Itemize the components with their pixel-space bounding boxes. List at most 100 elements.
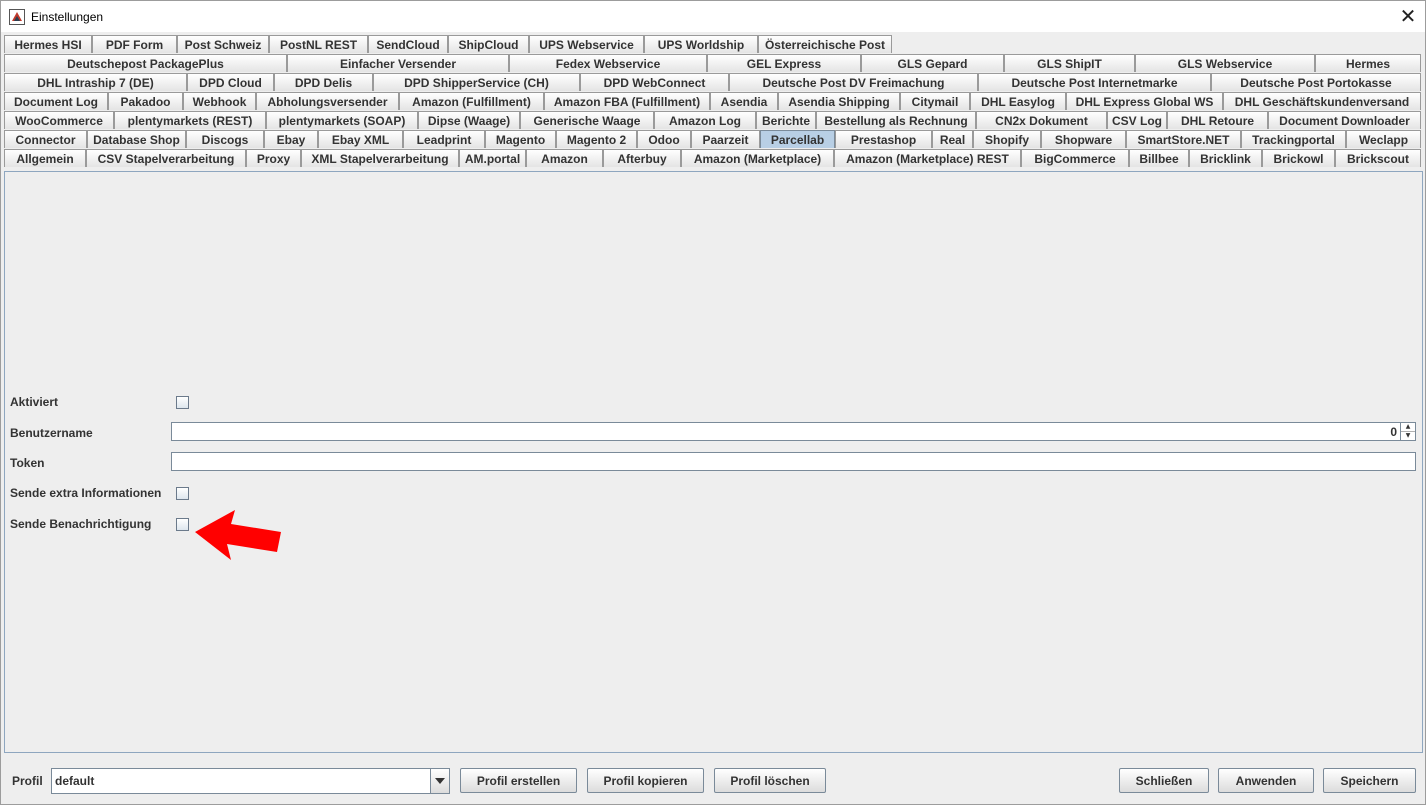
tab-bricklink[interactable]: Bricklink <box>1189 149 1262 167</box>
tab-document-log[interactable]: Document Log <box>4 92 108 110</box>
tab-deutsche-post-dv-freimachung[interactable]: Deutsche Post DV Freimachung <box>729 73 978 91</box>
tab-gls-gepard[interactable]: GLS Gepard <box>861 54 1004 72</box>
tab-proxy[interactable]: Proxy <box>246 149 301 167</box>
tab-ebay[interactable]: Ebay <box>264 130 318 148</box>
tab-am-portal[interactable]: AM.portal <box>459 149 526 167</box>
tab-csv-log[interactable]: CSV Log <box>1107 111 1167 129</box>
tab-deutsche-post-internetmarke[interactable]: Deutsche Post Internetmarke <box>978 73 1211 91</box>
tab-leadprint[interactable]: Leadprint <box>403 130 485 148</box>
tab-ups-webservice[interactable]: UPS Webservice <box>529 35 644 53</box>
tab-citymail[interactable]: Citymail <box>900 92 970 110</box>
profil-loeschen-button[interactable]: Profil löschen <box>714 768 826 793</box>
aktiviert-checkbox[interactable] <box>176 396 189 409</box>
tab-dpd-cloud[interactable]: DPD Cloud <box>187 73 274 91</box>
tab-gls-shipit[interactable]: GLS ShipIT <box>1004 54 1135 72</box>
tab-dpd-shipperservice-ch[interactable]: DPD ShipperService (CH) <box>373 73 580 91</box>
tab-österreichische-post[interactable]: Österreichische Post <box>758 35 892 53</box>
tab-plentymarkets-rest[interactable]: plentymarkets (REST) <box>114 111 266 129</box>
tab-parcellab[interactable]: Parcellab <box>760 130 835 148</box>
tab-csv-stapelverarbeitung[interactable]: CSV Stapelverarbeitung <box>86 149 246 167</box>
tab-prestashop[interactable]: Prestashop <box>835 130 932 148</box>
tab-database-shop[interactable]: Database Shop <box>87 130 186 148</box>
tab-bigcommerce[interactable]: BigCommerce <box>1021 149 1129 167</box>
tab-dhl-retoure[interactable]: DHL Retoure <box>1167 111 1268 129</box>
tab-amazon-marketplace-rest[interactable]: Amazon (Marketplace) REST <box>834 149 1021 167</box>
tab-dhl-express-global-ws[interactable]: DHL Express Global WS <box>1066 92 1223 110</box>
tab-paarzeit[interactable]: Paarzeit <box>691 130 760 148</box>
profil-label: Profil <box>12 774 43 788</box>
token-input[interactable] <box>171 452 1416 471</box>
tab-asendia-shipping[interactable]: Asendia Shipping <box>778 92 900 110</box>
tab-shopware[interactable]: Shopware <box>1041 130 1126 148</box>
tab-connector[interactable]: Connector <box>4 130 87 148</box>
tab-magento-2[interactable]: Magento 2 <box>556 130 637 148</box>
tab-amazon-log[interactable]: Amazon Log <box>654 111 756 129</box>
tab-discogs[interactable]: Discogs <box>186 130 264 148</box>
tab-brickowl[interactable]: Brickowl <box>1262 149 1335 167</box>
tab-dhl-intraship-7-de[interactable]: DHL Intraship 7 (DE) <box>4 73 187 91</box>
tab-plentymarkets-soap[interactable]: plentymarkets (SOAP) <box>266 111 418 129</box>
tab-shipcloud[interactable]: ShipCloud <box>448 35 529 53</box>
close-icon[interactable]: ✕ <box>1391 1 1425 32</box>
tab-bestellung-als-rechnung[interactable]: Bestellung als Rechnung <box>816 111 976 129</box>
tab-generische-waage[interactable]: Generische Waage <box>520 111 654 129</box>
tab-amazon-fulfillment[interactable]: Amazon (Fulfillment) <box>399 92 544 110</box>
tab-abholungsversender[interactable]: Abholungsversender <box>256 92 399 110</box>
tab-smartstore-net[interactable]: SmartStore.NET <box>1126 130 1241 148</box>
tab-dpd-webconnect[interactable]: DPD WebConnect <box>580 73 729 91</box>
tab-deutsche-post-portokasse[interactable]: Deutsche Post Portokasse <box>1211 73 1421 91</box>
tab-billbee[interactable]: Billbee <box>1129 149 1189 167</box>
tab-trackingportal[interactable]: Trackingportal <box>1241 130 1346 148</box>
tab-cn2x-dokument[interactable]: CN2x Dokument <box>976 111 1107 129</box>
tab-weclapp[interactable]: Weclapp <box>1346 130 1421 148</box>
tab-berichte[interactable]: Berichte <box>756 111 816 129</box>
tab-amazon-fba-fulfillment[interactable]: Amazon FBA (Fulfillment) <box>544 92 710 110</box>
title-bar: Einstellungen ✕ <box>1 1 1425 32</box>
tab-dhl-geschäftskundenversand[interactable]: DHL Geschäftskundenversand <box>1223 92 1421 110</box>
tab-xml-stapelverarbeitung[interactable]: XML Stapelverarbeitung <box>301 149 459 167</box>
profil-kopieren-button[interactable]: Profil kopieren <box>587 768 704 793</box>
benachrichtigung-checkbox[interactable] <box>176 518 189 531</box>
chevron-down-icon[interactable] <box>430 769 449 793</box>
tab-einfacher-versender[interactable]: Einfacher Versender <box>287 54 509 72</box>
tab-fedex-webservice[interactable]: Fedex Webservice <box>509 54 707 72</box>
tab-document-downloader[interactable]: Document Downloader <box>1268 111 1421 129</box>
tab-gls-webservice[interactable]: GLS Webservice <box>1135 54 1315 72</box>
extra-info-checkbox[interactable] <box>176 487 189 500</box>
profil-erstellen-button[interactable]: Profil erstellen <box>460 768 577 793</box>
tab-sendcloud[interactable]: SendCloud <box>368 35 448 53</box>
settings-tabs: Hermes HSI PDF Form Post Schweiz PostNL RES… <box>4 35 1424 169</box>
profil-combobox[interactable]: default <box>51 768 450 794</box>
tab-deutschepost-packageplus[interactable]: Deutschepost PackagePlus <box>4 54 287 72</box>
tab-odoo[interactable]: Odoo <box>637 130 691 148</box>
tab-woocommerce[interactable]: WooCommerce <box>4 111 114 129</box>
tab-dhl-easylog[interactable]: DHL Easylog <box>970 92 1066 110</box>
tab-hermes[interactable]: Hermes <box>1315 54 1421 72</box>
tab-afterbuy[interactable]: Afterbuy <box>603 149 681 167</box>
tab-hermes-hsi[interactable]: Hermes HSI <box>4 35 92 53</box>
speichern-button[interactable]: Speichern <box>1323 768 1416 793</box>
tab-postnl-rest[interactable]: PostNL REST <box>269 35 368 53</box>
tab-magento[interactable]: Magento <box>485 130 556 148</box>
tab-real[interactable]: Real <box>932 130 973 148</box>
tab-ups-worldship[interactable]: UPS Worldship <box>644 35 758 53</box>
tab-post-schweiz[interactable]: Post Schweiz <box>177 35 269 53</box>
tab-dpd-delis[interactable]: DPD Delis <box>274 73 373 91</box>
tab-dipse-waage[interactable]: Dipse (Waage) <box>418 111 520 129</box>
tab-asendia[interactable]: Asendia <box>710 92 778 110</box>
tab-allgemein[interactable]: Allgemein <box>4 149 86 167</box>
tab-gel-express[interactable]: GEL Express <box>707 54 861 72</box>
spin-up-icon[interactable]: ▲ <box>1401 423 1415 432</box>
spin-down-icon[interactable]: ▼ <box>1401 432 1415 440</box>
tab-amazon-marketplace[interactable]: Amazon (Marketplace) <box>681 149 834 167</box>
schliessen-button[interactable]: Schließen <box>1119 768 1209 793</box>
tab-ebay-xml[interactable]: Ebay XML <box>318 130 403 148</box>
tab-shopify[interactable]: Shopify <box>973 130 1041 148</box>
tab-pdf-form[interactable]: PDF Form <box>92 35 177 53</box>
tab-pakadoo[interactable]: Pakadoo <box>108 92 183 110</box>
tab-brickscout[interactable]: Brickscout <box>1335 149 1421 167</box>
benutzername-spinner[interactable]: 0 ▲ ▼ <box>171 422 1416 441</box>
anwenden-button[interactable]: Anwenden <box>1218 768 1314 793</box>
tab-amazon[interactable]: Amazon <box>526 149 603 167</box>
tab-webhook[interactable]: Webhook <box>183 92 256 110</box>
